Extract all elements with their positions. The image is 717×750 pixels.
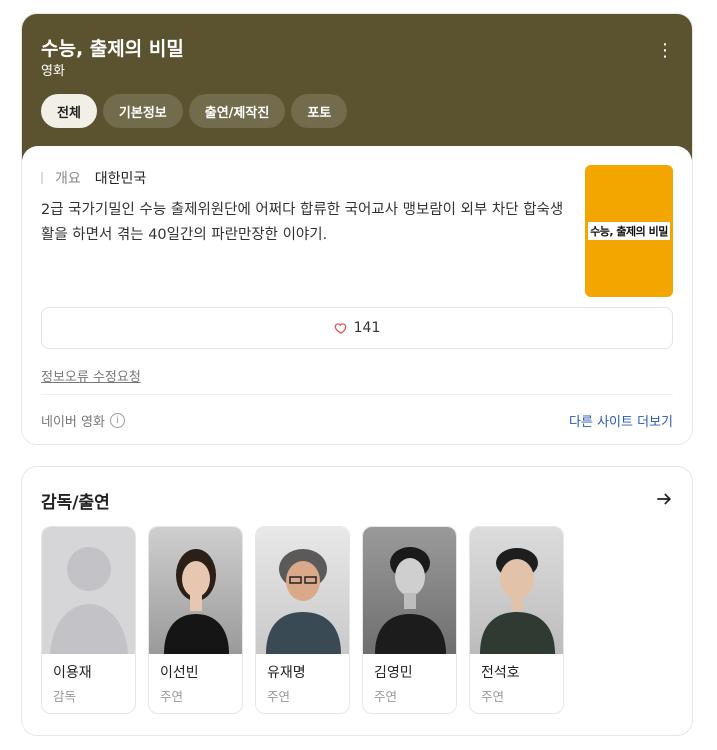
tab-all[interactable]: 전체 [41,94,97,128]
overview-row: 개요 대한민국 [41,168,146,188]
info-icon[interactable]: i [109,413,125,428]
cast-item[interactable]: 이용재 감독 [41,526,136,714]
avatar [363,527,456,654]
cast-list: 이용재 감독 이선빈 주연 유재명 주연 김영민 주연 전석호 주연 [41,526,564,714]
avatar [149,527,242,654]
cast-item[interactable]: 김영민 주연 [362,526,457,714]
cast-item[interactable]: 유재명 주연 [255,526,350,714]
kebab-menu-icon[interactable]: ⋮ [656,42,674,60]
header-banner: 수능, 출제의 비밀 영화 ⋮ 전체 기본정보 출연/제작진 포토 [22,14,692,160]
movie-info-card: 수능, 출제의 비밀 영화 ⋮ 전체 기본정보 출연/제작진 포토 개요 대한민… [21,13,693,445]
overview-label: 개요 [55,171,81,187]
movie-poster[interactable]: 수능, 출제의 비밀 [585,165,673,297]
heart-icon [334,323,346,334]
cast-item[interactable]: 이선빈 주연 [148,526,243,714]
poster-title: 수능, 출제의 비밀 [588,222,670,240]
country-value: 대한민국 [94,171,147,187]
person-role: 주연 [160,689,184,704]
tab-basic-info[interactable]: 기본정보 [102,94,183,128]
synopsis-text: 2급 국가기밀인 수능 출제위원단에 어쩌다 합류한 국어교사 맹보람이 외부 … [41,202,564,243]
section-divider [41,394,673,395]
cast-section-title: 감독/출연 [41,493,110,513]
more-sites-link[interactable]: 다른 사이트 더보기 [569,411,673,430]
person-name: 유재명 [267,665,306,681]
overview-divider [41,172,43,184]
cast-card: 감독/출연 이용재 감독 이선빈 주연 유재명 주연 김영민 주연 전석호 주연 [21,466,693,736]
avatar [470,527,563,654]
tab-photos[interactable]: 포토 [291,94,348,128]
movie-title: 수능, 출제의 비밀 [41,38,184,60]
report-error-link[interactable]: 정보오류 수정요청 [41,366,141,385]
person-role: 주연 [374,689,398,704]
avatar [256,527,349,654]
person-name: 이선빈 [160,665,199,681]
tab-bar: 전체 기본정보 출연/제작진 포토 [41,94,348,128]
tab-cast-crew[interactable]: 출연/제작진 [188,94,286,128]
avatar-placeholder [42,527,135,654]
person-role: 감독 [53,689,77,704]
like-count: 141 [353,320,381,336]
arrow-right-icon[interactable] [654,489,674,509]
cast-item[interactable]: 전석호 주연 [469,526,564,714]
overview-panel: 개요 대한민국 2급 국가기밀인 수능 출제위원단에 어쩌다 합류한 국어교사 … [22,146,692,444]
source-name: 네이버 영화 [41,415,105,430]
like-button[interactable]: 141 [41,307,673,349]
category-label: 영화 [41,64,65,79]
person-name: 이용재 [53,665,92,681]
person-name: 김영민 [374,665,413,681]
person-name: 전석호 [481,665,520,681]
person-role: 주연 [267,689,291,704]
person-role: 주연 [481,689,505,704]
source-label: 네이버 영화 i [41,411,125,430]
